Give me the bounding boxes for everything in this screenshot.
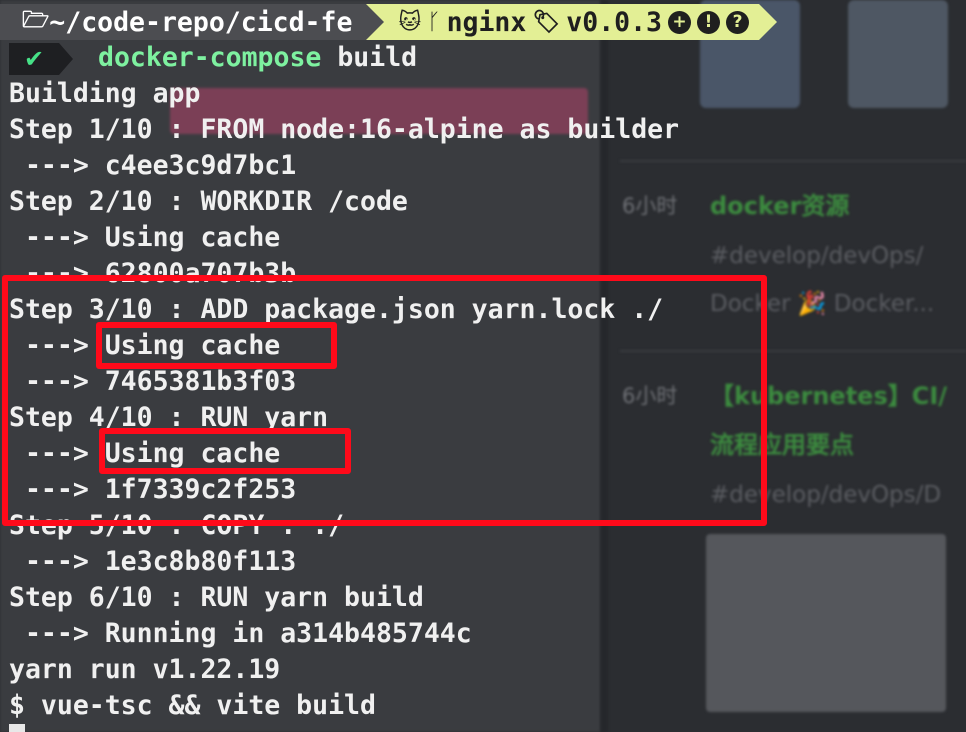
git-tag-name: v0.0.3 [566, 6, 663, 38]
question-circle-icon: ? [726, 10, 750, 34]
github-icon: 🐱 [398, 9, 422, 35]
exit-status: ✔ [9, 43, 73, 75]
command-line: docker-compose build [98, 40, 417, 76]
exclamation-circle-icon: ! [697, 10, 721, 34]
folder-icon: 🗁 [22, 8, 50, 33]
output-line: ---> Using cache [9, 222, 281, 253]
prompt-git-segment: 🐱 ᚴ nginx 🏷 v0.0.3 + ! ? [384, 4, 760, 40]
output-line: Step 1/10 : FROM node:16-alpine as build… [9, 114, 680, 145]
prompt-path-segment: 🗁 ~/code-repo/cicd-fe [0, 4, 367, 40]
check-icon: ✔ [9, 43, 59, 75]
output-line: ---> 1e3c8b80f113 [9, 546, 297, 577]
output-line: ---> c4ee3c9d7bc1 [9, 150, 297, 181]
output-line: Step 2/10 : WORKDIR /code [9, 186, 408, 217]
status-arrow [59, 43, 73, 75]
prompt-separator [366, 4, 385, 40]
prompt-bar: 🗁 ~/code-repo/cicd-fe 🐱 ᚴ nginx 🏷 v0.0.3 … [0, 4, 778, 40]
terminal-cursor [9, 724, 25, 732]
git-branch-icon: ᚴ [427, 9, 441, 35]
output-line: ---> Running in a314b485744c [9, 618, 472, 649]
terminal[interactable]: 🗁 ~/code-repo/cicd-fe 🐱 ᚴ nginx 🏷 v0.0.3 … [0, 0, 966, 732]
output-line: Step 6/10 : RUN yarn build [9, 582, 424, 613]
command-name: docker-compose [98, 42, 322, 73]
git-branch-name: nginx [446, 6, 527, 38]
plus-circle-icon: + [668, 10, 692, 34]
output-line: $ vue-tsc && vite build [9, 690, 376, 721]
tag-icon: 🏷 [532, 9, 561, 35]
command-args: build [321, 42, 418, 73]
prompt-end-arrow [759, 4, 778, 40]
annotation-box-using-cache [99, 428, 351, 474]
output-line: Building app [9, 78, 201, 109]
annotation-box-using-cache [96, 322, 337, 369]
prompt-path: ~/code-repo/cicd-fe [49, 6, 353, 38]
annotation-box-cached-steps [2, 275, 767, 526]
output-line: yarn run v1.22.19 [9, 654, 281, 685]
